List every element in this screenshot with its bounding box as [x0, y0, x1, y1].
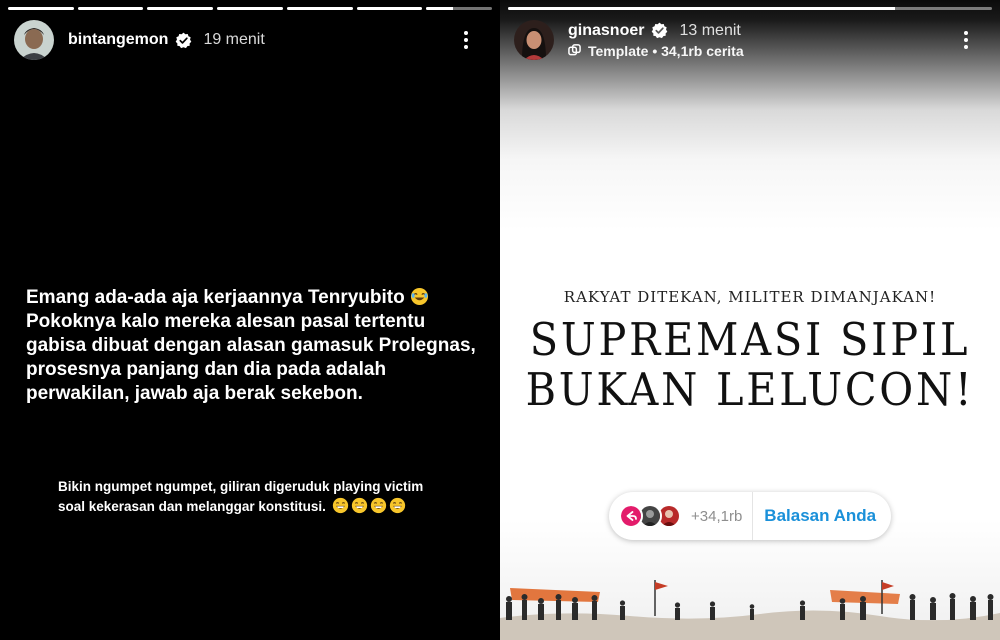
poster-headline: BUKAN LELUCON! [525, 363, 975, 416]
progress-segment [508, 7, 992, 10]
username[interactable]: ginasnoer [568, 22, 644, 40]
story-text-line: Pokoknya kalo mereka alesan pasal terten… [26, 311, 426, 332]
poster-tagline: Rakyat ditekan, militer dimanjakan! [563, 288, 937, 306]
story-text-line: soal kekerasan dan melanggar konstitusi. [58, 499, 326, 514]
progress-segment [77, 7, 144, 10]
protest-crowd-image [500, 580, 1000, 640]
progress-segment [217, 7, 283, 10]
more-options-icon[interactable] [954, 26, 978, 54]
story-text-sub: Bikin ngumpet ngumpet, giliran digeruduk… [58, 477, 488, 517]
verified-icon [176, 32, 192, 48]
progress-segment [286, 7, 353, 10]
story-header: bintangemon 19 menit [14, 18, 486, 62]
story-text-line: prosesnya panjang dan dia pada adalah [26, 359, 387, 380]
replies-button[interactable]: +34,1rb Balasan Anda [609, 492, 891, 540]
poster-headline: SUPREMASI SIPIL [529, 313, 971, 366]
pill-divider [752, 492, 754, 540]
progress-segment [426, 7, 493, 10]
grinning-emoji-icon [389, 497, 405, 514]
reply-avatars [619, 504, 681, 528]
progress-segment [8, 7, 74, 10]
post-time: 19 menit [203, 31, 265, 48]
story-text-line: Bikin ngumpet ngumpet, giliran digeruduk… [58, 479, 424, 494]
story-progress-bar [508, 7, 992, 10]
template-icon [568, 44, 581, 56]
story-text-line: Emang ada-ada aja kerjaannya Tenryubito [26, 287, 405, 308]
grinning-emoji-icon [332, 497, 348, 514]
progress-segment [147, 7, 214, 10]
username[interactable]: bintangemon [68, 31, 168, 49]
story-ginasnoer[interactable]: ginasnoer 13 menit Template • 34,1rb cer… [500, 0, 1000, 640]
progress-segment [356, 7, 423, 10]
avatar[interactable] [514, 20, 554, 60]
post-time: 13 menit [679, 21, 741, 39]
avatar-image [514, 20, 554, 60]
progress-fill [8, 7, 74, 10]
progress-fill [508, 7, 896, 10]
template-link[interactable]: Template • 34,1rb cerita [568, 43, 744, 59]
verified-icon [652, 22, 668, 39]
avatar[interactable] [14, 20, 54, 60]
story-progress-bar [8, 7, 493, 10]
progress-fill [426, 7, 453, 10]
reply-label[interactable]: Balasan Anda [764, 506, 876, 526]
story-header: ginasnoer 13 menit Template • 34,1rb cer… [514, 18, 986, 62]
avatar-image [14, 20, 54, 60]
reply-count: +34,1rb [691, 507, 743, 525]
reply-icon [619, 504, 643, 528]
grinning-emoji-icon [351, 497, 367, 514]
story-bintangemon[interactable]: bintangemon 19 menit Emang ada-ada aja k… [0, 0, 500, 640]
story-text-line: gabisa dibuat dengan alasan gamasuk Prol… [26, 335, 476, 356]
progress-fill [286, 7, 353, 10]
progress-fill [217, 7, 283, 10]
template-label: Template • 34,1rb cerita [588, 42, 744, 59]
progress-fill [147, 7, 214, 10]
more-options-icon[interactable] [454, 26, 478, 54]
progress-fill [356, 7, 423, 10]
laughing-emoji-icon [410, 287, 429, 306]
progress-fill [77, 7, 144, 10]
grinning-emoji-icon [370, 497, 386, 514]
story-text-main: Emang ada-ada aja kerjaannya Tenryubito … [26, 286, 496, 406]
story-text-line: perwakilan, jawab aja berak sekebon. [26, 383, 363, 404]
